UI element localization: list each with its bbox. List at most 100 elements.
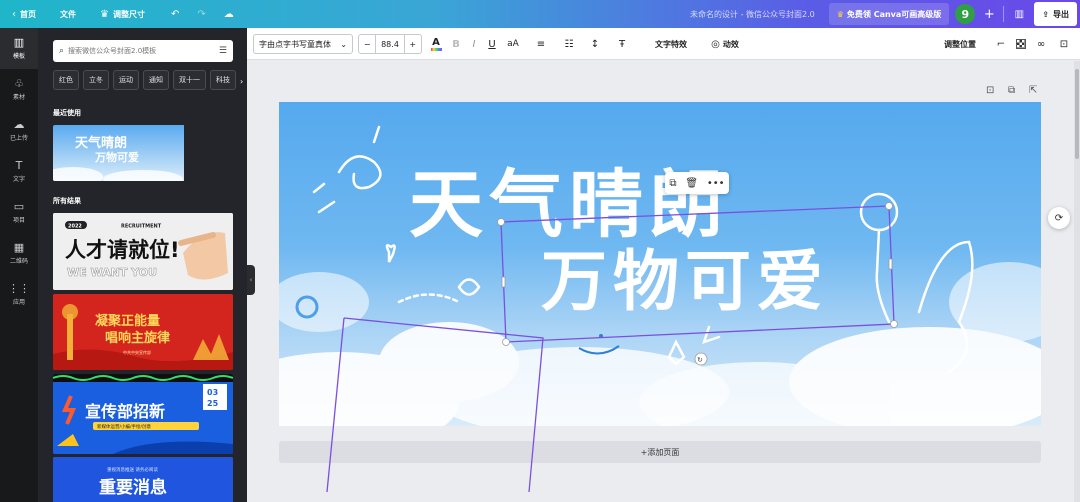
search-icon: ⌕ bbox=[59, 46, 65, 56]
add-page-icon[interactable]: ⇱ bbox=[1029, 85, 1037, 96]
line-spacing-icon[interactable]: ↕ bbox=[587, 34, 603, 54]
text-icon: T bbox=[15, 159, 23, 172]
apps-icon: ⋮⋮ bbox=[8, 282, 30, 295]
folder-icon: ▭ bbox=[13, 200, 25, 213]
font-size-stepper: − 88.4 + bbox=[358, 34, 422, 54]
rail-item-apps[interactable]: ⋮⋮ 应用 bbox=[0, 274, 38, 315]
category-chip[interactable]: 立冬 bbox=[83, 70, 109, 90]
insights-chart-icon[interactable]: ▥ bbox=[1010, 9, 1028, 20]
animate-icon: ◎ bbox=[711, 38, 720, 50]
template-thumb-important-news[interactable]: 重视消息推送 请务必阅读 重要消息 bbox=[53, 457, 233, 502]
left-rail: ▥ 模板 ♧ 素材 ☁ 已上传 T 文字 ▭ 项目 ▦ 二维码 ⋮⋮ 应用 bbox=[0, 28, 38, 502]
category-chip[interactable]: 双十一 bbox=[173, 70, 206, 90]
template-search[interactable]: ⌕ ☰ bbox=[53, 40, 233, 62]
duplicate-page-icon[interactable]: ⧉ bbox=[1008, 85, 1015, 96]
copy-icon[interactable]: ⧉ bbox=[669, 178, 676, 189]
letter-case-button[interactable]: aA bbox=[504, 34, 522, 54]
color-swatch-bar bbox=[430, 47, 442, 51]
recent-thumb-art: 天气晴朗 万物可爱 bbox=[53, 125, 184, 181]
export-button[interactable]: ⇪ 导出 bbox=[1034, 2, 1077, 26]
vertical-text-icon[interactable]: Ŧ bbox=[614, 34, 630, 54]
underline-button[interactable]: U bbox=[484, 34, 500, 54]
rail-item-qrcode[interactable]: ▦ 二维码 bbox=[0, 233, 38, 274]
font-size-decrease-button[interactable]: − bbox=[359, 35, 377, 53]
rail-item-upload[interactable]: ☁ 已上传 bbox=[0, 110, 38, 151]
svg-text:人才请就位!: 人才请就位! bbox=[65, 238, 180, 262]
share-plus-icon[interactable]: + bbox=[981, 7, 997, 22]
cloud-save-button[interactable]: ☁ bbox=[220, 4, 238, 24]
lock-page-icon[interactable]: ⊡ bbox=[986, 85, 994, 96]
vertical-scrollbar[interactable] bbox=[1074, 61, 1080, 502]
italic-button[interactable]: I bbox=[466, 34, 482, 54]
scrollbar-thumb[interactable] bbox=[1075, 69, 1079, 159]
rail-item-folder[interactable]: ▭ 项目 bbox=[0, 192, 38, 233]
rail-item-elements[interactable]: ♧ 素材 bbox=[0, 69, 38, 110]
category-chip[interactable]: 红色 bbox=[53, 70, 79, 90]
template-thumb-red-banner[interactable]: 凝聚正能量 唱响主旋律 中共中央宣传部 bbox=[53, 294, 233, 370]
font-family-select[interactable]: 字由点字书写童真体 ⌄ bbox=[253, 34, 353, 54]
recruit-blue-art: 宣传部招新 新媒体运营/小编/手绘/创意 03 25 bbox=[53, 374, 233, 454]
svg-text:03: 03 bbox=[207, 388, 218, 397]
bold-button[interactable]: B bbox=[448, 34, 464, 54]
svg-text:天气晴朗: 天气晴朗 bbox=[75, 135, 127, 151]
category-chip[interactable]: 运动 bbox=[113, 70, 139, 90]
rail-item-label: 已上传 bbox=[9, 135, 28, 142]
home-button[interactable]: ‹ 首页 bbox=[8, 4, 40, 24]
svg-text:新媒体运营/小编/手绘/创意: 新媒体运营/小编/手绘/创意 bbox=[97, 423, 152, 430]
list-icon[interactable]: ☷ bbox=[561, 34, 577, 54]
template-thumb-recruit-blue[interactable]: 宣传部招新 新媒体运营/小编/手绘/创意 03 25 bbox=[53, 374, 233, 454]
template-icon: ▥ bbox=[13, 36, 25, 49]
animate-button[interactable]: ◎ 动效 bbox=[705, 34, 745, 54]
recent-template-thumb[interactable]: 天气晴朗 万物可爱 bbox=[53, 125, 233, 181]
rail-item-template[interactable]: ▥ 模板 bbox=[0, 28, 38, 69]
svg-text:RECRUITMENT: RECRUITMENT bbox=[121, 224, 162, 230]
text-effects-button[interactable]: 文字特效 bbox=[647, 34, 695, 54]
category-chip[interactable]: 科技 bbox=[210, 70, 236, 90]
chevron-left-icon: ‹ bbox=[12, 8, 16, 20]
svg-text:2022: 2022 bbox=[68, 224, 82, 230]
resize-button[interactable]: ♛ 调整尺寸 bbox=[96, 4, 149, 24]
align-center-icon[interactable]: ≡ bbox=[533, 34, 549, 54]
redo-icon: ↷ bbox=[197, 8, 206, 20]
text-color-icon: A bbox=[432, 36, 440, 48]
document-title[interactable]: 未命名的设计 - 微信公众号封面2.0 bbox=[690, 9, 815, 20]
rail-item-label: 项目 bbox=[12, 217, 25, 224]
position-button[interactable]: 调整位置 bbox=[939, 34, 981, 54]
svg-text:WE WANT YOU: WE WANT YOU bbox=[67, 266, 157, 279]
results-title: 所有结果 bbox=[53, 197, 81, 205]
redo-button[interactable]: ↷ bbox=[193, 4, 209, 24]
top-bar: ‹ 首页 文件 ♛ 调整尺寸 ↶ ↷ ☁ 未命名的设计 - 微信公众号封面2.0 ♛… bbox=[0, 0, 1080, 28]
recruitment-art: 2022 RECRUITMENT 人才请就位! WE WANT YOU bbox=[53, 213, 233, 290]
paint-format-icon[interactable]: ⌐ bbox=[994, 34, 1008, 54]
filter-icon[interactable]: ☰ bbox=[219, 46, 227, 56]
elements-icon: ♧ bbox=[14, 77, 24, 90]
qrcode-icon: ▦ bbox=[13, 241, 25, 254]
refresh-icon[interactable]: ⟳ bbox=[1048, 207, 1070, 229]
file-menu-button[interactable]: 文件 bbox=[56, 4, 80, 24]
upload-icon: ⇪ bbox=[1042, 9, 1049, 19]
trash-icon[interactable]: 🗑 bbox=[685, 178, 698, 189]
font-size-increase-button[interactable]: + bbox=[403, 35, 421, 53]
search-input[interactable] bbox=[68, 47, 209, 55]
transparency-icon[interactable] bbox=[1014, 34, 1028, 54]
link-icon[interactable]: ∞ bbox=[1034, 34, 1048, 54]
text-color-button[interactable]: A bbox=[428, 34, 444, 54]
svg-text:万物可爱: 万物可爱 bbox=[94, 150, 139, 164]
rail-item-label: 文字 bbox=[12, 176, 25, 183]
undo-icon: ↶ bbox=[170, 8, 180, 20]
category-chip[interactable]: 通知 bbox=[143, 70, 169, 90]
add-page-button[interactable]: +添加页面 bbox=[279, 441, 1041, 463]
rail-item-text[interactable]: T 文字 bbox=[0, 151, 38, 192]
more-icon[interactable]: ••• bbox=[707, 178, 725, 189]
undo-button[interactable]: ↶ bbox=[167, 4, 183, 24]
template-panel: ⌕ ☰ 红色立冬运动通知双十一科技› 最近使用 天气晴朗 万物可爱 所有结果 2… bbox=[38, 28, 247, 502]
chevron-right-icon[interactable]: › bbox=[240, 70, 243, 92]
design-canvas[interactable]: 天气晴朗 万物可爱 bbox=[279, 102, 1041, 426]
svg-text:凝聚正能量: 凝聚正能量 bbox=[95, 313, 160, 329]
lock-icon[interactable]: ⊡ bbox=[1056, 34, 1072, 54]
template-thumb-recruitment[interactable]: 2022 RECRUITMENT 人才请就位! WE WANT YOU bbox=[53, 213, 233, 290]
user-avatar[interactable]: 9 bbox=[955, 4, 976, 24]
font-size-value[interactable]: 88.4 bbox=[376, 35, 403, 53]
collapse-panel-handle[interactable]: ‹ bbox=[247, 265, 255, 295]
get-pro-button[interactable]: ♛ 免费领 Canva可画高级版 bbox=[828, 3, 950, 25]
